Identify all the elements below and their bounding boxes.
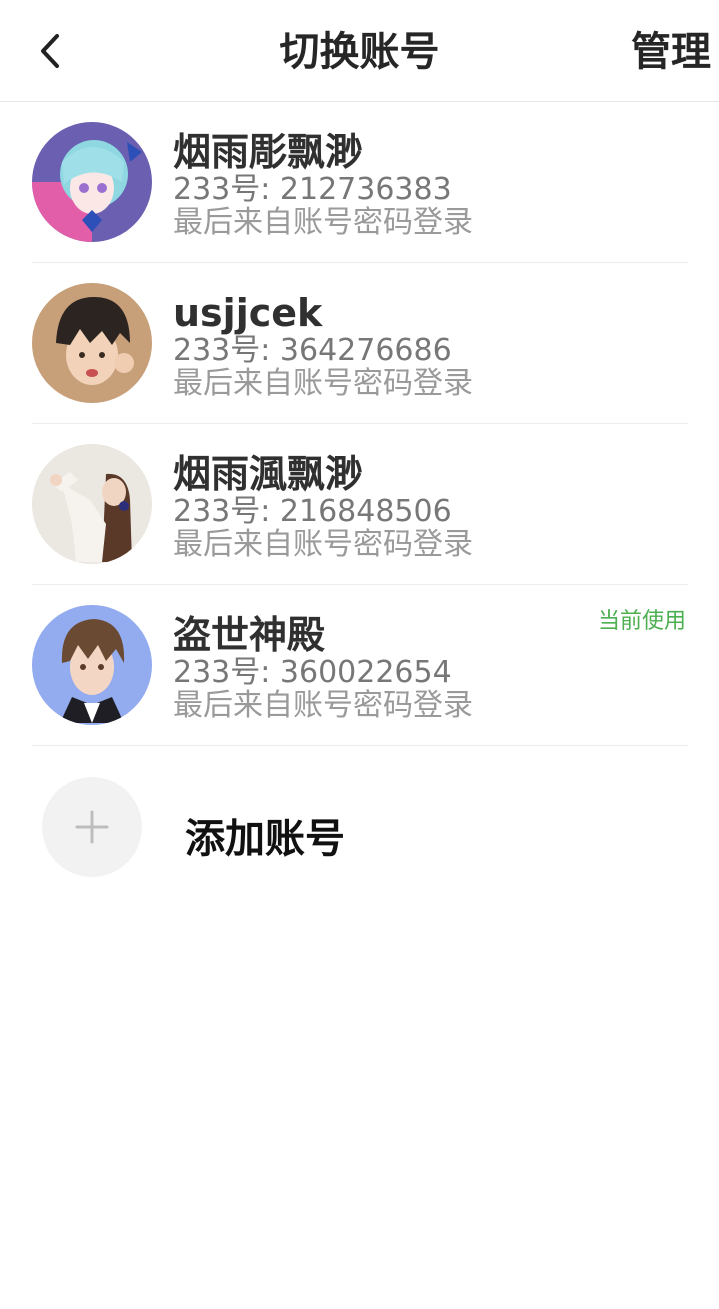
add-account-row[interactable]: 添加账号 — [0, 746, 719, 906]
account-id: 233号: 216848506 — [173, 494, 452, 529]
plus-icon — [75, 810, 109, 844]
account-id: 233号: 364276686 — [173, 333, 452, 368]
account-item[interactable]: usjjcek 233号: 364276686 最后来自账号密码登录 — [32, 263, 688, 424]
login-method: 最后来自账号密码登录 — [173, 688, 473, 723]
page-title: 切换账号 — [279, 29, 440, 75]
login-method: 最后来自账号密码登录 — [173, 527, 473, 562]
avatar — [32, 122, 152, 242]
account-list: 烟雨彫飘渺 233号: 212736383 最后来自账号密码登录 usjjcek… — [0, 102, 719, 746]
current-account-badge: 当前使用 — [597, 609, 686, 634]
add-account-button[interactable] — [42, 777, 142, 877]
account-name: 烟雨彫飘渺 — [173, 130, 364, 174]
account-id: 233号: 212736383 — [173, 172, 452, 207]
account-id: 233号: 360022654 — [173, 655, 452, 690]
account-item[interactable]: 烟雨彫飘渺 233号: 212736383 最后来自账号密码登录 — [32, 102, 688, 263]
top-bar: 切换账号 管理 — [0, 0, 719, 102]
avatar — [32, 444, 152, 564]
avatar — [32, 283, 152, 403]
account-name: usjjcek — [173, 291, 323, 335]
add-account-label: 添加账号 — [185, 816, 345, 862]
account-name: 烟雨渢飘渺 — [173, 452, 364, 496]
account-item[interactable]: 盗世神殿 233号: 360022654 最后来自账号密码登录 当前使用 — [32, 585, 688, 746]
avatar — [32, 605, 152, 725]
manage-button[interactable]: 管理 — [631, 26, 711, 78]
login-method: 最后来自账号密码登录 — [173, 205, 473, 240]
login-method: 最后来自账号密码登录 — [173, 366, 473, 401]
account-name: 盗世神殿 — [173, 613, 326, 657]
account-item[interactable]: 烟雨渢飘渺 233号: 216848506 最后来自账号密码登录 — [32, 424, 688, 585]
